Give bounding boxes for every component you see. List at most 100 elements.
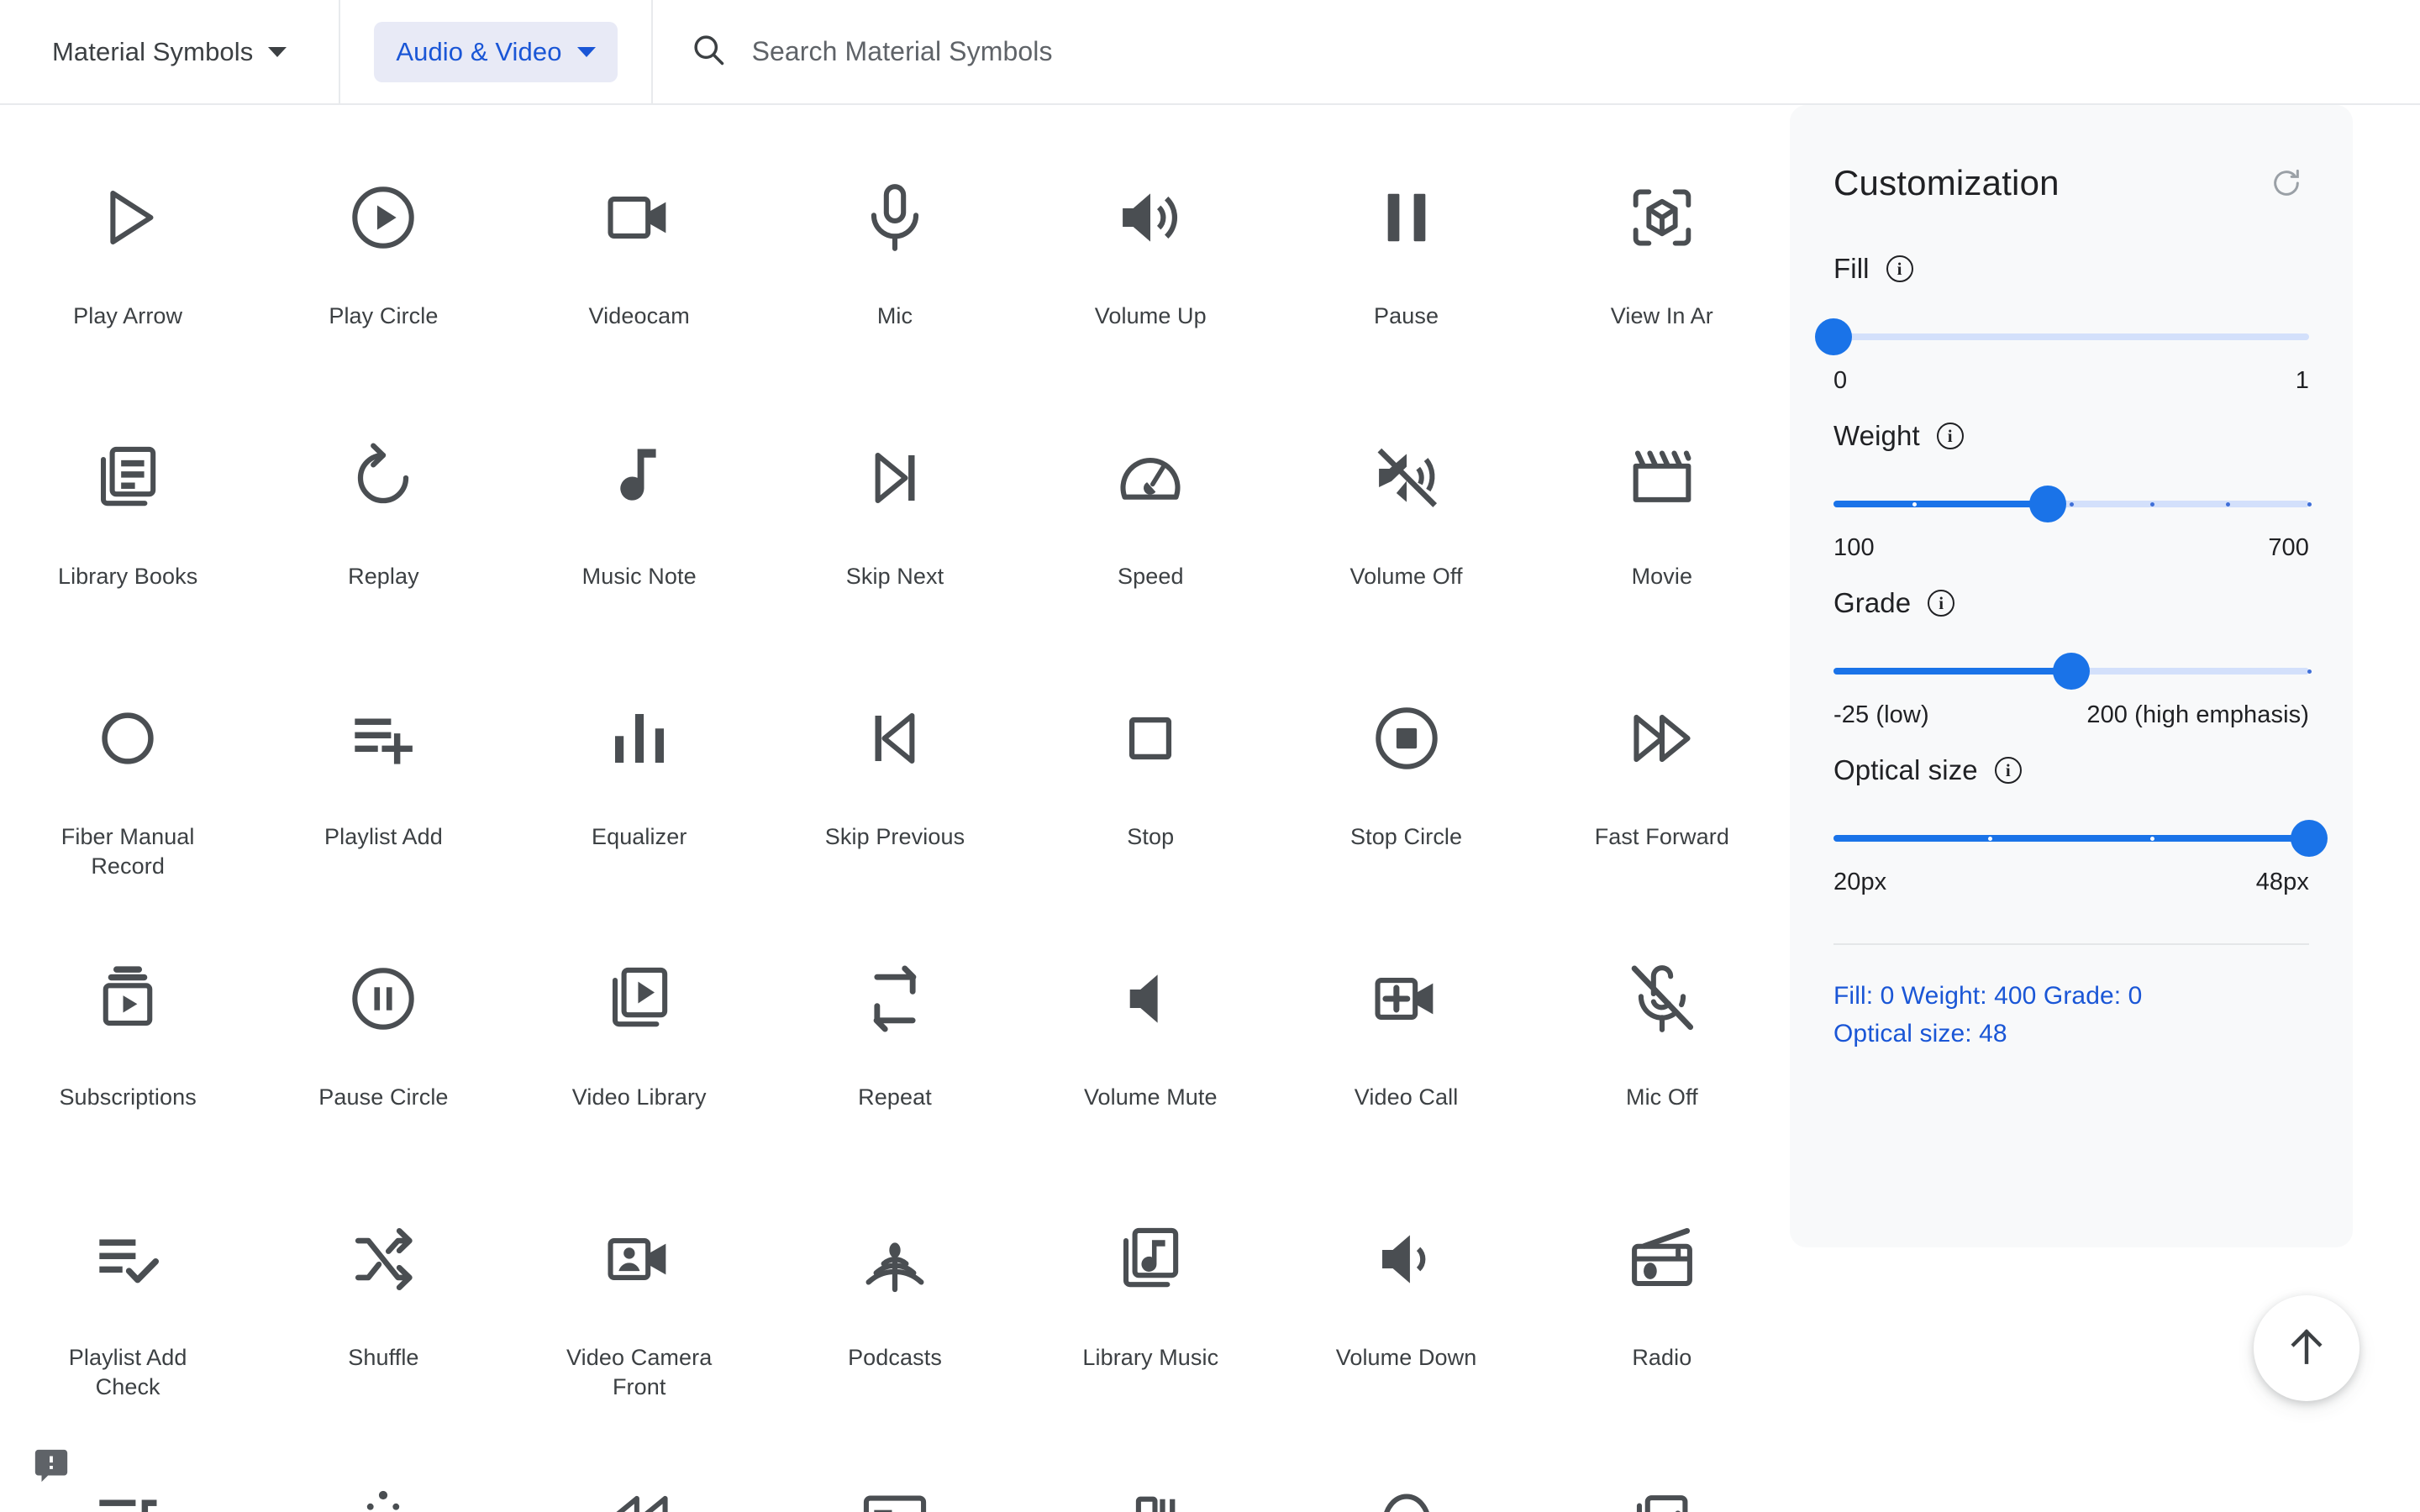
- icon-tile-video-camera-front[interactable]: Video Camera Front: [512, 1197, 767, 1424]
- icon-label: Replay: [348, 562, 419, 591]
- play-circle-icon: [343, 177, 424, 258]
- slider-track-fill: [1833, 501, 2048, 507]
- font-family-dropdown-label: Material Symbols: [52, 37, 253, 67]
- reset-icon[interactable]: [2264, 160, 2309, 206]
- icon-label: Volume Down: [1336, 1343, 1477, 1373]
- search-zone[interactable]: Search Material Symbols: [653, 0, 2420, 103]
- shuffle-icon: [343, 1219, 424, 1299]
- icon-tile-volume-off[interactable]: Volume Off: [1278, 416, 1534, 643]
- slider-weight[interactable]: [1833, 487, 2309, 521]
- search-input[interactable]: Search Material Symbols: [752, 36, 1053, 67]
- info-icon[interactable]: i: [1928, 590, 1954, 617]
- skip-next-icon: [855, 438, 935, 518]
- icon-tile-volume-down[interactable]: Volume Down: [1278, 1197, 1534, 1424]
- icon-tile-skip-next[interactable]: Skip Next: [767, 416, 1023, 643]
- icon-tile-music-note[interactable]: Music Note: [512, 416, 767, 643]
- video-library-icon: [599, 958, 680, 1039]
- icon-tile-playlist-add-check-circle[interactable]: [1534, 1457, 1790, 1512]
- icon-tile-album[interactable]: [1278, 1457, 1534, 1512]
- icon-tile-stop[interactable]: Stop: [1023, 676, 1278, 903]
- podcasts-icon: [855, 1219, 935, 1299]
- icon-tile-repeat[interactable]: Repeat: [767, 937, 1023, 1163]
- icon-label: Stop Circle: [1350, 822, 1462, 852]
- slider-range-labels: 01: [1833, 367, 2309, 395]
- slider-thumb[interactable]: [1815, 318, 1852, 355]
- slider-optical-size[interactable]: [1833, 822, 2309, 855]
- slider-tick: [1988, 837, 1992, 841]
- icon-tile-fast-forward[interactable]: Fast Forward: [1534, 676, 1790, 903]
- icon-tile-play-circle[interactable]: Play Circle: [255, 155, 511, 382]
- slider-thumb[interactable]: [2291, 820, 2328, 857]
- icon-tile-speed[interactable]: Speed: [1023, 416, 1278, 643]
- icon-tile-queue-music[interactable]: [1023, 1457, 1278, 1512]
- family-selector-zone: Material Symbols: [0, 0, 340, 103]
- slider-thumb[interactable]: [2029, 486, 2066, 522]
- icon-tile-video-call[interactable]: Video Call: [1278, 937, 1534, 1163]
- category-dropdown[interactable]: Audio & Video: [374, 22, 617, 82]
- icon-tile-equalizer[interactable]: Equalizer: [512, 676, 767, 903]
- control-label: Fill: [1833, 253, 1870, 285]
- content-area: Play ArrowPlay CircleVideocamMicVolume U…: [0, 105, 2420, 1512]
- volume-mute-icon: [1110, 958, 1191, 1039]
- icon-tile-pause[interactable]: Pause: [1278, 155, 1534, 382]
- category-selector-zone: Audio & Video: [340, 0, 652, 103]
- playlist-play-icon: [87, 1479, 168, 1512]
- pause-icon: [1366, 177, 1447, 258]
- icon-tile-fiber-manual-record[interactable]: Fiber Manual Record: [0, 676, 255, 903]
- slider-max-label: 700: [2268, 534, 2309, 562]
- customization-header: Customization: [1833, 160, 2309, 206]
- slider-tick: [1912, 502, 1917, 507]
- control-weight: Weighti100700: [1833, 420, 2309, 562]
- slider-max-label: 200 (high emphasis): [2086, 701, 2309, 729]
- icon-tile-view-in-ar[interactable]: View In Ar: [1534, 155, 1790, 382]
- control-label-row: Filli: [1833, 253, 2309, 285]
- icon-tile-replay[interactable]: Replay: [255, 416, 511, 643]
- font-family-dropdown[interactable]: Material Symbols: [34, 24, 305, 81]
- icon-tile-blur-on[interactable]: [255, 1457, 511, 1512]
- icon-tile-radio[interactable]: Radio: [1534, 1197, 1790, 1424]
- icon-tile-library-books[interactable]: Library Books: [0, 416, 255, 643]
- slider-max-label: 48px: [2256, 869, 2309, 896]
- icon-tile-mic[interactable]: Mic: [767, 155, 1023, 382]
- icon-tile-playlist-add[interactable]: Playlist Add: [255, 676, 511, 903]
- speed-icon: [1110, 438, 1191, 518]
- slider-fill[interactable]: [1833, 320, 2309, 354]
- icon-tile-shuffle[interactable]: Shuffle: [255, 1197, 511, 1424]
- info-icon[interactable]: i: [1995, 757, 2022, 784]
- icon-label: Podcasts: [848, 1343, 942, 1373]
- icon-tile-videocam[interactable]: Videocam: [512, 155, 767, 382]
- icon-tile-volume-up[interactable]: Volume Up: [1023, 155, 1278, 382]
- icon-label: Repeat: [858, 1083, 932, 1112]
- slider-grade[interactable]: [1833, 654, 2309, 688]
- slider-track[interactable]: [1833, 333, 2309, 340]
- scroll-to-top-button[interactable]: [2254, 1295, 2360, 1401]
- icon-tile-subscriptions[interactable]: Subscriptions: [0, 937, 255, 1163]
- icon-tile-playlist-add-check[interactable]: Playlist Add Check: [0, 1197, 255, 1424]
- icon-tile-featured-play-list[interactable]: [767, 1457, 1023, 1512]
- info-icon[interactable]: i: [1937, 423, 1964, 449]
- icon-tile-fast-rewind[interactable]: [512, 1457, 767, 1512]
- queue-music-icon: [1110, 1479, 1191, 1512]
- icon-tile-video-library[interactable]: Video Library: [512, 937, 767, 1163]
- fast-forward-icon: [1622, 698, 1702, 779]
- icon-tile-stop-circle[interactable]: Stop Circle: [1278, 676, 1534, 903]
- slider-range-labels: 100700: [1833, 534, 2309, 562]
- icon-tile-pause-circle[interactable]: Pause Circle: [255, 937, 511, 1163]
- feedback-icon[interactable]: [27, 1441, 76, 1490]
- icon-label: Library Music: [1082, 1343, 1218, 1373]
- subscriptions-icon: [87, 958, 168, 1039]
- icon-tile-movie[interactable]: Movie: [1534, 416, 1790, 643]
- category-dropdown-label: Audio & Video: [396, 37, 561, 67]
- icon-tile-podcasts[interactable]: Podcasts: [767, 1197, 1023, 1424]
- info-icon[interactable]: i: [1886, 255, 1913, 282]
- video-call-icon: [1366, 958, 1447, 1039]
- volume-up-icon: [1110, 177, 1191, 258]
- icon-tile-skip-previous[interactable]: Skip Previous: [767, 676, 1023, 903]
- icon-tile-mic-off[interactable]: Mic Off: [1534, 937, 1790, 1163]
- icon-label: Shuffle: [348, 1343, 418, 1373]
- slider-max-label: 1: [2296, 367, 2309, 395]
- icon-tile-volume-mute[interactable]: Volume Mute: [1023, 937, 1278, 1163]
- icon-tile-library-music[interactable]: Library Music: [1023, 1197, 1278, 1424]
- slider-thumb[interactable]: [2053, 653, 2090, 690]
- icon-tile-play-arrow[interactable]: Play Arrow: [0, 155, 255, 382]
